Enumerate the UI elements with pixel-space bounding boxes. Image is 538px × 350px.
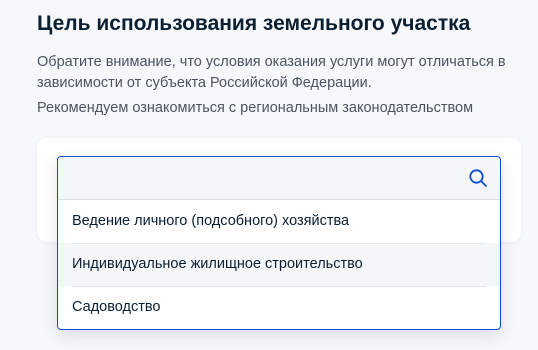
notice-text: Обратите внимание, что условия оказания …	[37, 54, 506, 91]
search-input[interactable]	[58, 157, 458, 199]
option-individual-housing[interactable]: Индивидуальное жилищное строительство	[58, 243, 500, 286]
search-icon[interactable]	[468, 168, 488, 188]
recommendation-text: Рекомендуем ознакомиться с региональным …	[37, 100, 474, 116]
search-row	[58, 157, 500, 200]
option-list: Ведение личного (подсобного) хозяйства И…	[58, 200, 500, 329]
option-gardening[interactable]: Садоводство	[58, 286, 500, 329]
page-title: Цель использования земельного участка	[37, 12, 471, 35]
option-personal-farming[interactable]: Ведение личного (подсобного) хозяйства	[58, 200, 500, 243]
land-purpose-dropdown[interactable]: Ведение личного (подсобного) хозяйства И…	[57, 156, 501, 330]
